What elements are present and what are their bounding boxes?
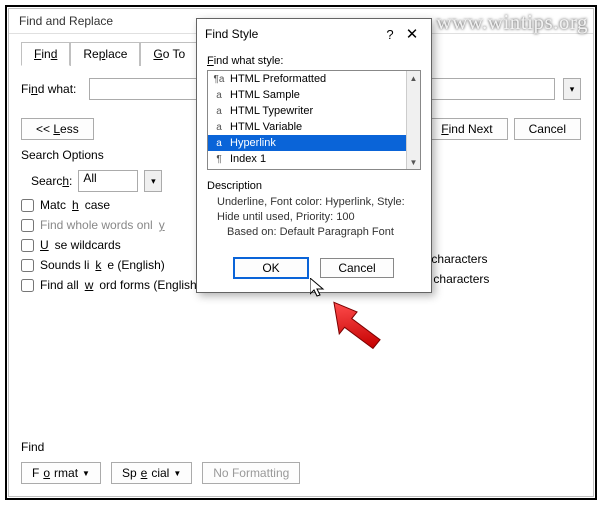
- find-what-dropdown[interactable]: ▾: [563, 78, 581, 100]
- popup-cancel-button[interactable]: Cancel: [320, 258, 394, 278]
- format-button[interactable]: Format ▼: [21, 462, 101, 484]
- tab-goto[interactable]: Go To: [140, 42, 198, 66]
- close-icon[interactable]: ✕: [401, 25, 423, 43]
- no-formatting-button: No Formatting: [202, 462, 300, 484]
- description-label: Description: [207, 180, 421, 192]
- char-icon: a: [212, 122, 226, 133]
- find-next-button[interactable]: Find Next: [426, 118, 507, 140]
- search-direction-value[interactable]: All: [78, 170, 138, 192]
- list-item-selected[interactable]: aHyperlink: [208, 135, 406, 151]
- find-style-dialog: Find Style ? ✕ Find what style: ¶aHTML P…: [196, 18, 432, 293]
- style-listbox[interactable]: ¶aHTML Preformatted aHTML Sample aHTML T…: [207, 70, 421, 170]
- scroll-down-icon[interactable]: ▼: [407, 155, 420, 169]
- list-item[interactable]: ¶aHTML Preformatted: [208, 71, 406, 87]
- less-button[interactable]: << Less: [21, 118, 94, 140]
- list-item[interactable]: aHTML Variable: [208, 119, 406, 135]
- find-style-title: Find Style: [205, 27, 379, 41]
- special-button[interactable]: Special ▼: [111, 462, 192, 484]
- list-item[interactable]: aHTML Typewriter: [208, 103, 406, 119]
- char-icon: a: [212, 90, 226, 101]
- cancel-button[interactable]: Cancel: [514, 118, 581, 140]
- scrollbar[interactable]: ▲ ▼: [406, 71, 420, 169]
- ok-button[interactable]: OK: [234, 258, 308, 278]
- tab-find[interactable]: Find: [21, 42, 70, 66]
- tab-replace[interactable]: Replace: [70, 42, 140, 66]
- list-item[interactable]: ¶Index 1: [208, 151, 406, 167]
- help-icon[interactable]: ?: [379, 27, 401, 42]
- char-icon: a: [212, 138, 226, 149]
- find-what-style-label: Find what style:: [207, 55, 421, 67]
- search-direction-dropdown[interactable]: ▾: [144, 170, 162, 192]
- list-item[interactable]: aHTML Sample: [208, 87, 406, 103]
- scroll-up-icon[interactable]: ▲: [407, 71, 420, 85]
- search-direction-label: Search:: [31, 174, 72, 188]
- paragraph-icon: ¶: [212, 154, 226, 165]
- find-what-label: Find what:: [21, 82, 81, 96]
- description-text: Underline, Font color: Hyperlink, Style:…: [207, 192, 421, 240]
- find-section: Find Format ▼ Special ▼ No Formatting: [21, 440, 581, 484]
- find-section-label: Find: [21, 440, 581, 454]
- char-icon: a: [212, 106, 226, 117]
- paragraph-icon: ¶a: [212, 74, 226, 85]
